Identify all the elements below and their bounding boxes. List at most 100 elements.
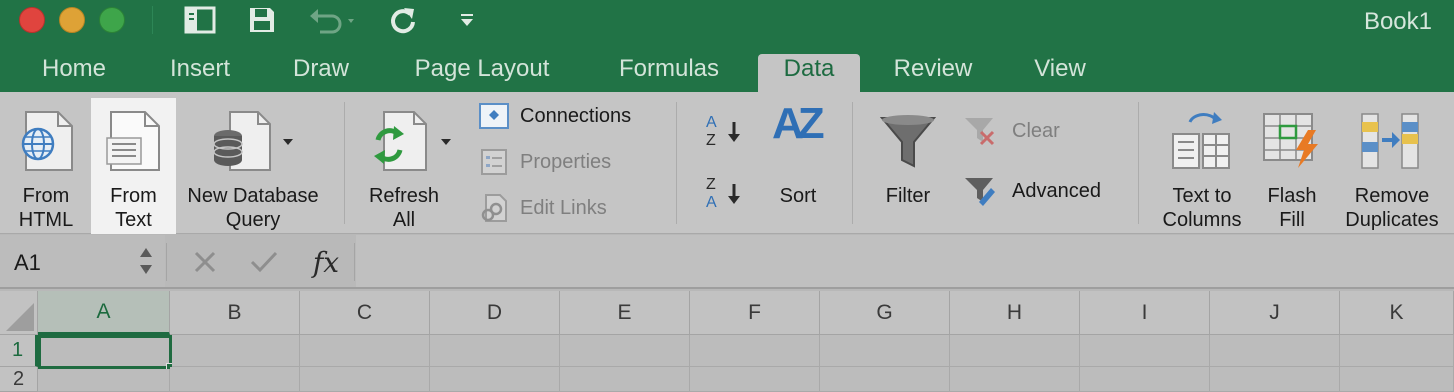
confirm-entry-icon[interactable] [246,245,282,279]
tab-insert[interactable]: Insert [150,54,250,92]
cell[interactable] [430,367,560,392]
column-header-e[interactable]: E [560,291,690,335]
minimize-window-button[interactable] [59,7,85,33]
cell[interactable] [820,335,950,367]
column-header-f[interactable]: F [690,291,820,335]
text-to-columns-button[interactable]: Text to Columns [1150,98,1254,232]
cancel-entry-icon[interactable] [188,245,222,279]
column-header-k[interactable]: K [1340,291,1454,335]
cell[interactable] [1340,335,1454,367]
insert-function-button[interactable]: fx [306,245,346,279]
cell[interactable] [690,367,820,392]
cell[interactable] [560,367,690,392]
ribbon-tab-bar: Home Insert Draw Page Layout Formulas Da… [0,48,1454,92]
cell[interactable] [170,367,300,392]
refresh-all-button[interactable]: Refresh All [358,98,462,232]
cell[interactable] [950,335,1080,367]
from-text-label-line1: From [110,185,157,207]
formula-bar: A1 fx [0,235,1454,289]
funnel-icon [879,115,937,168]
cell[interactable] [950,367,1080,392]
row-header-1[interactable]: 1 [0,335,38,367]
edit-links-button[interactable]: Edit Links [476,193,666,223]
text-document-icon [106,111,160,171]
cell-a1[interactable] [38,335,172,369]
title-bar: Book1 [0,0,1454,48]
refresh-all-label-line1: Refresh [368,185,440,207]
column-header-h[interactable]: H [950,291,1080,335]
from-text-button[interactable]: From Text [91,98,176,234]
cell[interactable] [1210,367,1340,392]
tab-page-layout[interactable]: Page Layout [392,54,572,92]
advanced-filter-button[interactable]: Advanced [962,176,1122,206]
column-header-j[interactable]: J [1210,291,1340,335]
refresh-all-label-line2: All [392,209,416,231]
sort-button[interactable]: AZ Sort [758,98,838,232]
save-icon[interactable] [245,4,279,36]
column-header-b[interactable]: B [170,291,300,335]
cell[interactable] [38,369,170,392]
maximize-window-button[interactable] [99,7,125,33]
column-header-a[interactable]: A [38,291,170,335]
filter-label: Filter [885,185,931,207]
cell[interactable] [560,335,690,367]
redo-icon[interactable] [386,4,420,36]
sort-az-icon: AZ [770,102,826,172]
remove-duplicates-icon [1361,113,1419,169]
group-divider [676,102,677,224]
sort-z-to-a-button[interactable]: Z A Z A [700,172,748,212]
cell[interactable] [1340,367,1454,392]
undo-icon[interactable] [306,4,358,36]
document-title: Book1 [1363,8,1432,35]
clear-filter-icon [962,116,998,146]
advanced-label: Advanced [1012,179,1101,202]
formula-input[interactable] [356,235,1454,287]
formula-bar-divider [354,243,355,281]
connections-label: Connections [520,104,632,127]
cell[interactable] [1080,335,1210,367]
cell[interactable] [1080,367,1210,392]
cell[interactable] [430,335,560,367]
clear-filter-button[interactable]: Clear [962,116,1112,146]
sort-a-to-z-button[interactable]: A Z A Z [700,110,748,150]
cell[interactable] [690,335,820,367]
cell[interactable] [300,367,430,392]
tab-home[interactable]: Home [26,54,122,92]
refresh-icon [374,111,427,171]
remove-duplicates-button[interactable]: Remove Duplicates [1334,98,1450,232]
customize-toolbar-icon[interactable] [455,4,479,36]
flash-fill-button[interactable]: Flash Fill [1256,98,1328,232]
column-header-i[interactable]: I [1080,291,1210,335]
select-all-corner[interactable] [0,291,38,335]
worksheet-grid: A B C D E F G H I J K 1 2 [0,291,1454,392]
connections-button[interactable]: Connections [476,101,666,131]
column-header-d[interactable]: D [430,291,560,335]
row-header-2[interactable]: 2 [0,367,38,392]
flash-fill-label-line2: Fill [1279,209,1305,231]
tab-draw[interactable]: Draw [276,54,366,92]
remove-duplicates-label-line1: Remove [1354,185,1430,207]
tab-formulas[interactable]: Formulas [598,54,740,92]
database-icon [213,111,271,171]
cell[interactable] [820,367,950,392]
advanced-filter-icon [962,176,998,206]
svg-text:A: A [706,194,717,211]
flash-fill-label-line1: Flash [1267,185,1317,207]
properties-button[interactable]: Properties [476,147,666,177]
tab-review[interactable]: Review [876,54,990,92]
filter-button[interactable]: Filter [866,98,950,232]
cell[interactable] [1210,335,1340,367]
cell[interactable] [300,335,430,367]
from-html-label-line1: From [22,185,70,207]
close-window-button[interactable] [19,7,45,33]
cell[interactable] [172,335,300,367]
tab-view[interactable]: View [1016,54,1104,92]
name-box[interactable]: A1 [0,235,165,287]
sidebar-icon[interactable] [182,4,218,36]
tab-data[interactable]: Data [758,54,860,92]
new-database-query-button[interactable]: New Database Query [178,98,328,232]
from-html-button[interactable]: From HTML [4,98,88,232]
column-header-g[interactable]: G [820,291,950,335]
column-header-c[interactable]: C [300,291,430,335]
name-box-stepper-icon[interactable] [138,243,154,279]
